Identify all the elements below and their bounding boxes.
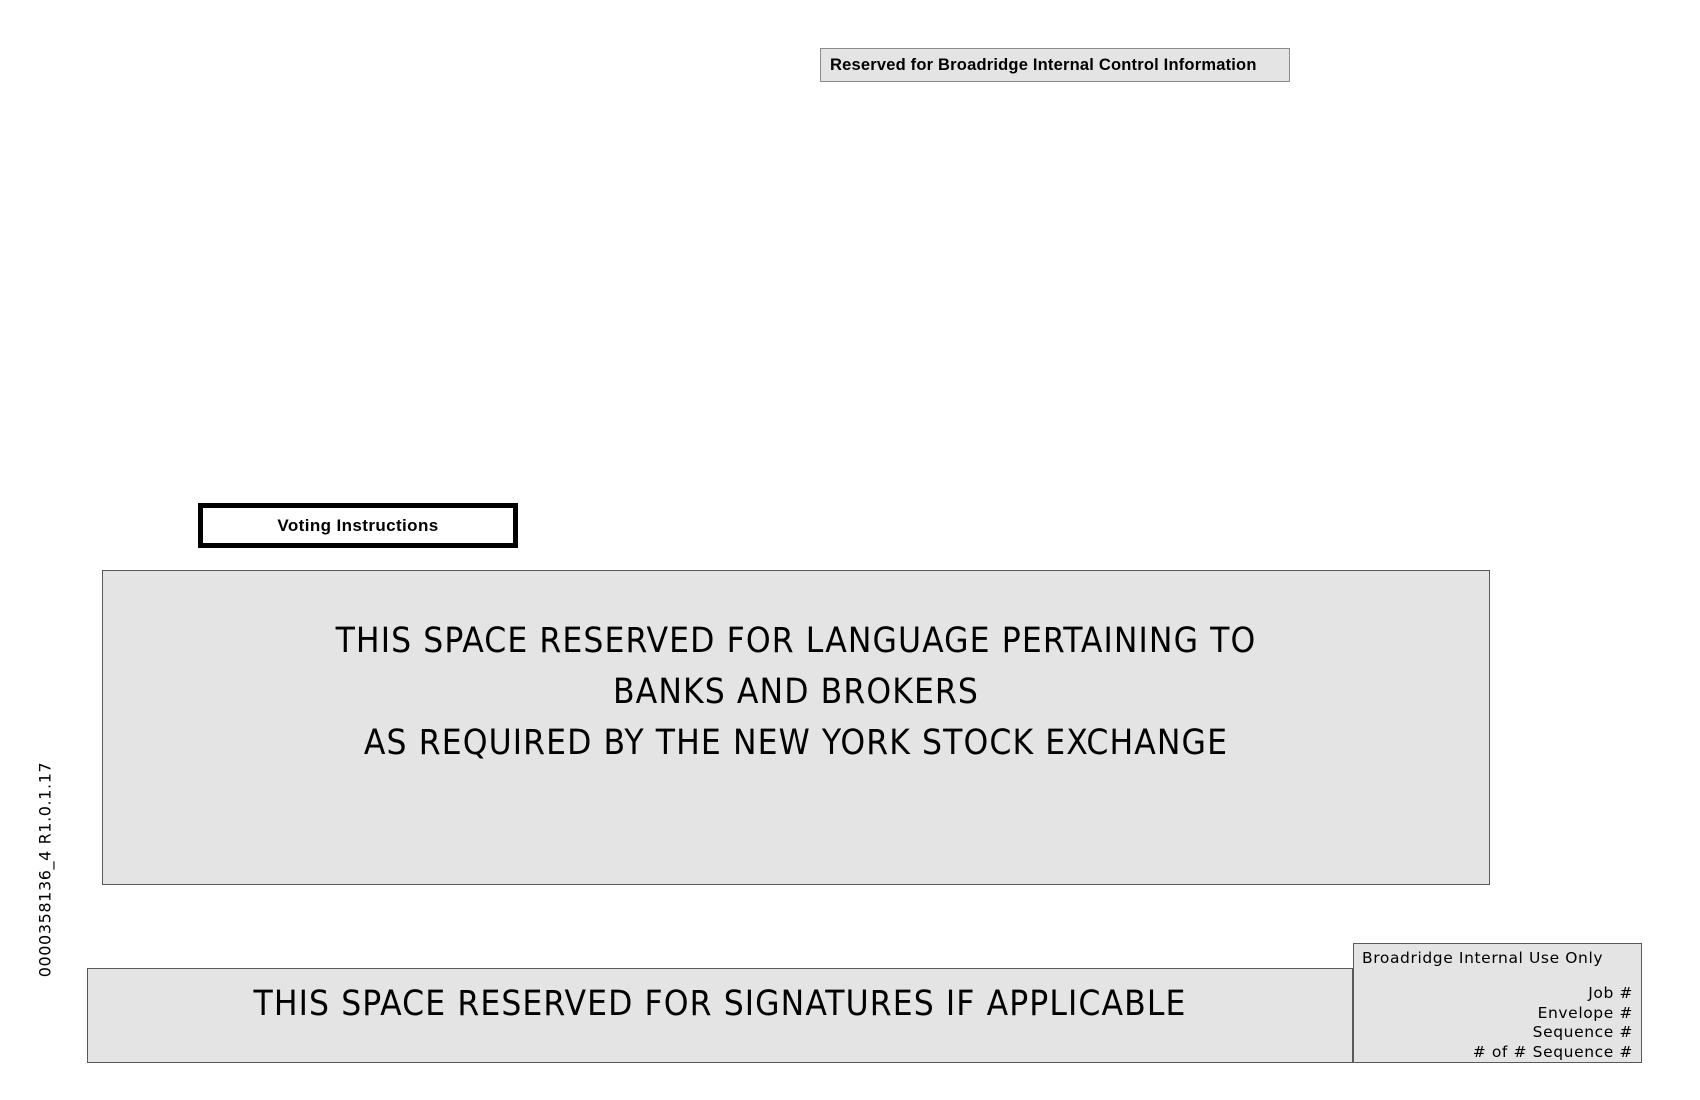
voting-instructions-tab: Voting Instructions: [198, 503, 518, 548]
job-identifier-vertical-text: 0000358136_4 R1.0.1.17: [35, 761, 55, 978]
internal-use-field-sequence-of: # of # Sequence #: [1472, 1042, 1633, 1061]
voting-instructions-label: Voting Instructions: [277, 515, 439, 535]
signature-reserved-panel: THIS SPACE RESERVED FOR SIGNATURES IF AP…: [87, 968, 1353, 1063]
control-information-banner: Reserved for Broadridge Internal Control…: [820, 48, 1290, 82]
internal-use-field-sequence: Sequence #: [1532, 1023, 1633, 1041]
reserved-language-line-3: AS REQUIRED BY THE NEW YORK STOCK EXCHAN…: [363, 723, 1229, 763]
reserved-language-line-1: THIS SPACE RESERVED FOR LANGUAGE PERTAIN…: [335, 621, 1257, 661]
control-information-label: Reserved for Broadridge Internal Control…: [830, 55, 1257, 74]
proxy-voting-form-page: Reserved for Broadridge Internal Control…: [0, 0, 1700, 1100]
internal-use-field-list: Job # Envelope # Sequence # # of # Seque…: [1362, 984, 1633, 1062]
signature-reserved-label: THIS SPACE RESERVED FOR SIGNATURES IF AP…: [253, 984, 1187, 1024]
reserved-language-text-block: THIS SPACE RESERVED FOR LANGUAGE PERTAIN…: [103, 616, 1489, 769]
reserved-language-line-2: BANKS AND BROKERS: [612, 672, 980, 712]
reserved-language-panel: THIS SPACE RESERVED FOR LANGUAGE PERTAIN…: [102, 570, 1490, 885]
internal-use-field-job: Job #: [1588, 984, 1633, 1002]
internal-use-title: Broadridge Internal Use Only: [1362, 949, 1604, 967]
internal-use-field-envelope: Envelope #: [1537, 1003, 1633, 1022]
broadridge-internal-use-box: Broadridge Internal Use Only Job # Envel…: [1353, 943, 1642, 1063]
